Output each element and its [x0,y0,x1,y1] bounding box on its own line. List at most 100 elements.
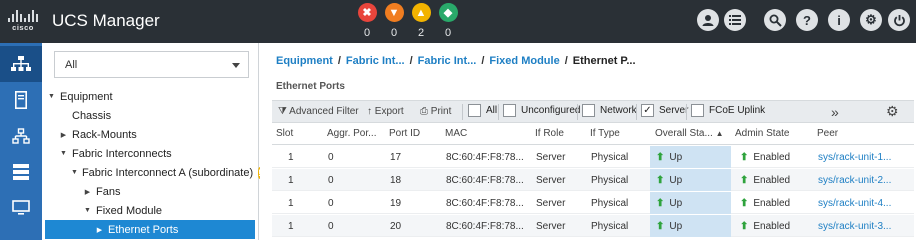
expand-toggle-icon[interactable]: ▶ [59,131,68,139]
tree-item-label: Fabric Interconnect A (subordinate) [81,166,254,179]
expand-toggle-icon[interactable]: ▼ [71,169,78,176]
major-fault-icon: ▼ [384,3,404,22]
expand-toggle-icon[interactable]: ▶ [95,226,104,234]
cell-port-id: 19 [390,198,402,209]
fault-warning[interactable]: ◆ 0 [437,3,459,39]
fault-critical[interactable]: ✖ 0 [356,3,378,39]
checkmark-icon: ✓ [641,104,654,117]
info-icon[interactable]: i [828,9,850,31]
cell-overall-status: ⬆ Up [650,215,731,237]
column-header-if-type[interactable]: If Type [590,128,620,139]
cell-if-role: Server [536,175,566,186]
tree-item-fixed-module[interactable]: ▼ Fixed Module [42,201,258,220]
cell-peer-link[interactable]: sys/rack-unit-3... [818,221,891,232]
cell-admin-state: ⬆ Enabled [740,198,791,209]
table-row[interactable]: 1 0 20 8C:60:4F:F8:78... Server Physical… [272,215,914,237]
tree-item-fans[interactable]: ▶ Fans [42,182,258,201]
breadcrumb-fixed-module[interactable]: Fixed Module [489,55,559,67]
top-header: cisco UCS Manager ✖ 0 ▼ 0 ▲ 2 ◆ 0 ? i ⚙ [0,0,916,43]
breadcrumb-fabric-interconnect-a[interactable]: Fabric Int... [418,55,477,67]
filter-network-checkbox[interactable]: Network [582,104,637,117]
tree-item-ethernet-ports[interactable]: ▶ Ethernet Ports [45,220,255,239]
cell-if-type: Physical [591,175,629,186]
table-header: Slot Aggr. Por... Port ID MAC If Role If… [272,123,914,145]
cell-peer-link[interactable]: sys/rack-unit-1... [818,152,891,163]
nav-storage[interactable] [0,154,42,190]
app-title: UCS Manager [52,11,160,30]
table-settings-icon[interactable]: ⚙ [886,103,899,120]
breadcrumb: Equipment / Fabric Int... / Fabric Int... / Fi… [276,55,636,67]
column-header-port-id[interactable]: Port ID [389,128,420,139]
column-header-slot[interactable]: Slot [276,128,293,139]
cell-peer-link[interactable]: sys/rack-unit-4... [818,198,891,209]
column-header-peer[interactable]: Peer [817,128,838,139]
cell-if-role: Server [536,152,566,163]
cell-mac: 8C:60:4F:F8:78... [446,198,524,209]
cisco-logo: cisco [7,8,39,34]
column-header-aggr-port[interactable]: Aggr. Por... [327,128,376,139]
tree-item-chassis[interactable]: Chassis [42,106,258,125]
up-arrow-icon: ⬆ [740,198,749,209]
minor-fault-count: 2 [417,27,425,39]
checkbox-box [468,104,481,117]
search-icon[interactable] [764,9,786,31]
table-row[interactable]: 1 0 18 8C:60:4F:F8:78... Server Physical… [272,169,914,191]
critical-fault-icon: ✖ [357,3,377,22]
nav-filter-select[interactable]: All [54,51,249,78]
cell-port-id: 17 [390,152,402,163]
breadcrumb-fabric-interconnects[interactable]: Fabric Int... [346,55,405,67]
column-header-if-role[interactable]: If Role [535,128,564,139]
cell-aggr-port: 0 [328,221,334,232]
breadcrumb-equipment[interactable]: Equipment [276,55,333,67]
checkbox-box [503,104,516,117]
settings-icon[interactable]: ⚙ [860,9,882,31]
nav-vm[interactable] [0,190,42,226]
tree-item-rack-mounts[interactable]: ▶ Rack-Mounts [42,125,258,144]
cell-slot: 1 [288,152,294,163]
main-content: Equipment / Fabric Int... / Fabric Int... / Fi… [260,43,916,240]
filter-unconfigured-checkbox[interactable]: Unconfigured [503,104,580,117]
cell-aggr-port: 0 [328,175,334,186]
print-button[interactable]: ⎙ Print [420,106,451,117]
advanced-filter-button[interactable]: ⧩ Advanced Filter [278,106,359,117]
filter-server-checkbox[interactable]: ✓ Server [641,104,688,117]
tree-item-fabric-interconnects[interactable]: ▼ Fabric Interconnects [42,144,258,163]
user-icon[interactable] [697,9,719,31]
export-button[interactable]: ↑ Export [367,106,404,117]
expand-toggle-icon[interactable]: ▶ [83,188,92,196]
column-header-admin-state[interactable]: Admin State [735,128,789,139]
cell-if-type: Physical [591,152,629,163]
power-icon[interactable] [888,9,910,31]
column-header-mac[interactable]: MAC [445,128,467,139]
cell-port-id: 18 [390,175,402,186]
cell-mac: 8C:60:4F:F8:78... [446,221,524,232]
tree-item-fabric-interconnect-a[interactable]: ▼ Fabric Interconnect A (subordinate) ! [42,163,262,182]
expand-toggle-icon[interactable]: ▼ [47,93,56,100]
expand-toggle-icon[interactable]: ▼ [59,150,68,157]
fault-major[interactable]: ▼ 0 [383,3,405,39]
fault-minor[interactable]: ▲ 2 [410,3,432,39]
cell-peer-link[interactable]: sys/rack-unit-2... [818,175,891,186]
cell-admin-state: ⬆ Enabled [740,152,791,163]
help-icon[interactable]: ? [796,9,818,31]
cell-slot: 1 [288,198,294,209]
table-row[interactable]: 1 0 17 8C:60:4F:F8:78... Server Physical… [272,146,914,168]
tree-item-label: Chassis [72,109,112,122]
filter-all-checkbox[interactable]: All [468,104,497,117]
nav-servers[interactable] [0,82,42,118]
more-columns-icon[interactable]: » [831,104,839,120]
left-icon-bar [0,43,42,240]
nav-lan[interactable] [0,118,42,154]
tree-item-equipment[interactable]: ▼ Equipment [42,87,258,106]
nav-equipment[interactable] [0,46,42,82]
cell-overall-status: ⬆ Up [650,146,731,168]
list-icon[interactable] [724,9,746,31]
column-header-overall-status[interactable]: Overall Sta... ▲ [655,128,724,139]
filter-fcoe-uplink-checkbox[interactable]: FCoE Uplink [691,104,765,117]
cell-mac: 8C:60:4F:F8:78... [446,152,524,163]
tree-item-label: Rack-Mounts [72,128,137,141]
cell-port-id: 20 [390,221,402,232]
up-arrow-icon: ⬆ [656,198,665,209]
expand-toggle-icon[interactable]: ▼ [83,207,92,214]
table-row[interactable]: 1 0 19 8C:60:4F:F8:78... Server Physical… [272,192,914,214]
